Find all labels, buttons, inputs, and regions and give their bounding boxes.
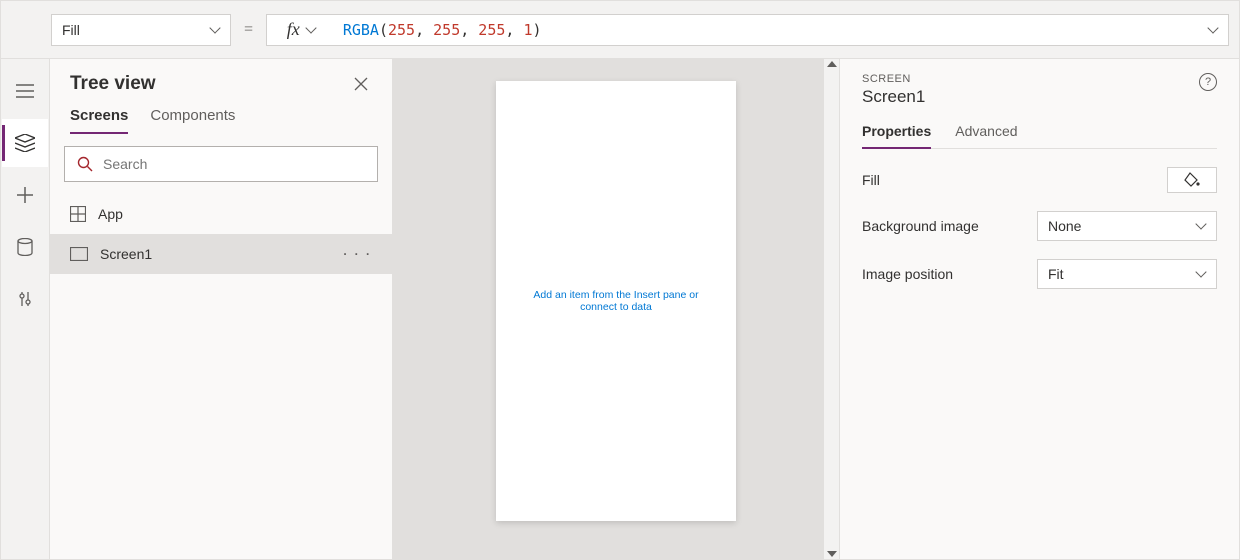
prop-row-imageposition: Image position Fit [862,259,1217,289]
chevron-down-icon [210,25,220,35]
prop-row-fill: Fill [862,167,1217,193]
formula-content: fx RGBA(255, 255, 255, 1) [277,19,542,40]
menu-button[interactable] [2,67,48,115]
tree-item-label: App [98,206,123,222]
property-select-label: Fill [62,22,80,38]
tree-view-tabs: Screens Components [50,95,392,134]
tab-properties[interactable]: Properties [862,123,931,149]
scrollbar[interactable] [824,59,839,559]
more-button[interactable]: · · · [343,247,372,261]
bgimage-value: None [1048,218,1081,234]
prop-label: Fill [862,172,1157,188]
tree-view-title: Tree view [70,73,156,95]
tree-item-label: Screen1 [100,246,152,262]
formula-fn: RGBA [343,21,379,39]
close-icon [354,77,368,91]
formula-input[interactable]: fx RGBA(255, 255, 255, 1) [266,14,1229,46]
search-field[interactable] [103,156,365,172]
formula-bar: Fill = fx RGBA(255, 255, 255, 1) [1,1,1239,59]
canvas-hint: Add an item from the Insert pane or conn… [516,289,716,313]
hamburger-icon [16,84,34,98]
properties-tabs: Properties Advanced [862,123,1217,149]
plus-icon [17,187,33,203]
chevron-down-icon[interactable] [1208,25,1218,35]
search-input[interactable] [64,146,378,182]
tab-components[interactable]: Components [150,107,235,134]
tools-button[interactable] [2,275,48,323]
bgimage-select[interactable]: None [1037,211,1217,241]
canvas-screen[interactable]: Add an item from the Insert pane or conn… [496,81,736,521]
scroll-up-icon [827,61,837,67]
prop-row-bgimage: Background image None [862,211,1217,241]
close-button[interactable] [350,73,372,95]
tab-advanced[interactable]: Advanced [955,123,1017,148]
help-button[interactable]: ? [1199,73,1217,91]
properties-panel: SCREEN Screen1 ? Properties Advanced Fil… [839,59,1239,559]
properties-type: SCREEN [862,73,925,85]
fx-icon: fx [287,19,300,40]
fill-color-button[interactable] [1167,167,1217,193]
tree-item-screen1[interactable]: Screen1 · · · [50,234,392,274]
data-button[interactable] [2,223,48,271]
tree-view-panel: Tree view Screens Components App [49,59,393,559]
imageposition-value: Fit [1048,266,1064,282]
property-select[interactable]: Fill [51,14,231,46]
canvas-area: Add an item from the Insert pane or conn… [393,59,839,559]
tree-view-button[interactable] [2,119,48,167]
tab-screens[interactable]: Screens [70,107,128,134]
search-icon [77,156,93,172]
tools-icon [17,290,33,308]
left-rail [1,59,49,559]
app-icon [70,206,86,222]
layers-icon [15,134,35,152]
tree-item-app[interactable]: App [50,194,392,234]
paint-bucket-icon [1184,172,1200,188]
chevron-down-icon [306,25,316,35]
prop-label: Background image [862,218,1027,234]
database-icon [17,238,33,256]
chevron-down-icon [1196,221,1206,231]
prop-label: Image position [862,266,1027,282]
insert-button[interactable] [2,171,48,219]
equals-sign: = [241,21,256,39]
imageposition-select[interactable]: Fit [1037,259,1217,289]
chevron-down-icon [1196,269,1206,279]
properties-name: Screen1 [862,87,925,107]
scroll-down-icon [827,551,837,557]
screen-icon [70,247,88,261]
